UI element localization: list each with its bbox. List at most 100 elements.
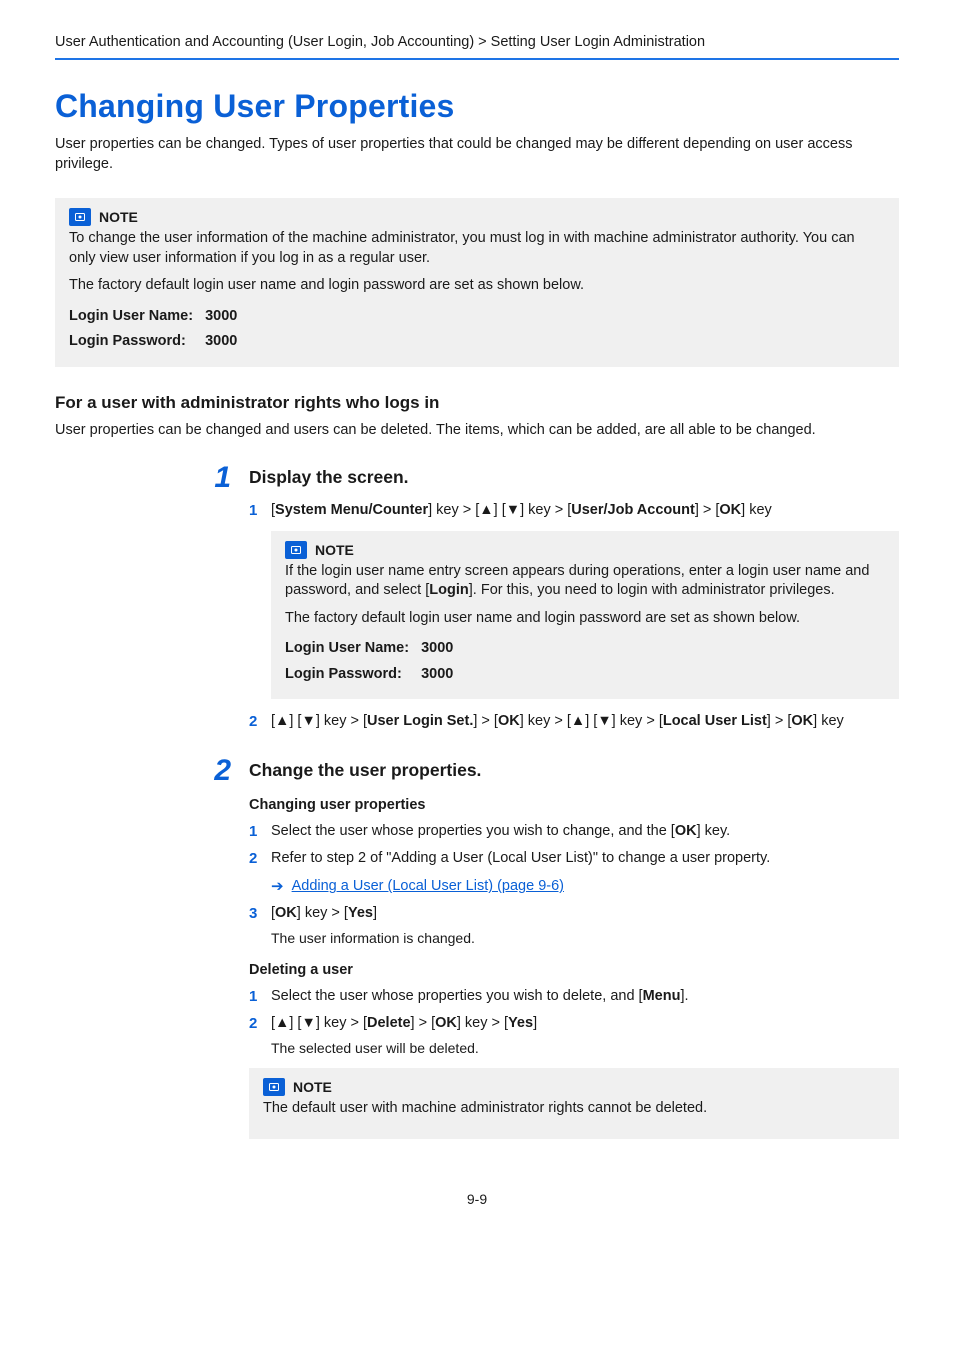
- step1-sub1-text: [System Menu/Counter] key > [▲] [▼] key …: [271, 500, 899, 521]
- g2-s2-num: 2: [249, 1013, 271, 1034]
- txt: OK: [435, 1015, 457, 1031]
- txt: OK: [719, 502, 741, 518]
- txt: Yes: [508, 1015, 533, 1031]
- login-user-label: Login User Name:: [285, 636, 421, 662]
- login-pass-label: Login Password:: [285, 662, 421, 688]
- arrow-right-icon: ➔: [271, 877, 284, 895]
- g1-s1: 1 Select the user whose properties you w…: [249, 821, 899, 842]
- txt: Select the user whose properties you wis…: [271, 988, 643, 1004]
- txt: ]: [533, 1015, 537, 1031]
- subheading-desc: User properties can be changed and users…: [55, 421, 899, 441]
- step1-sub2-text: [▲] [▼] key > [User Login Set.] > [OK] k…: [271, 711, 899, 732]
- subheading: For a user with administrator rights who…: [55, 393, 899, 413]
- txt: ] key > [▲] [▼] key > [: [520, 713, 663, 729]
- txt: ] > [: [411, 1015, 436, 1031]
- intro-text: User properties can be changed. Types of…: [55, 135, 899, 174]
- txt: ] > [: [695, 502, 720, 518]
- page-title: Changing User Properties: [55, 88, 899, 125]
- login-user-label: Login User Name:: [69, 304, 205, 330]
- txt: [▲] [▼] key > [: [271, 1015, 367, 1031]
- link-row: ➔ Adding a User (Local User List) (page …: [271, 877, 899, 895]
- step-2-body: Change the user properties. Changing use…: [249, 756, 899, 1151]
- step-1-title: Display the screen.: [249, 467, 899, 488]
- txt: ].: [680, 988, 688, 1004]
- link-adding-user[interactable]: Adding a User (Local User List) (page 9-…: [292, 878, 564, 894]
- note-title: NOTE: [293, 1079, 332, 1095]
- page-root: User Authentication and Accounting (User…: [0, 0, 954, 1247]
- txt: Delete: [367, 1015, 411, 1031]
- txt: Select the user whose properties you wis…: [271, 823, 675, 839]
- txt: ] key: [741, 502, 772, 518]
- txt: ] key: [813, 713, 844, 729]
- breadcrumb: User Authentication and Accounting (User…: [55, 34, 705, 50]
- txt: ] key > [: [457, 1015, 508, 1031]
- step-2: 2 Change the user properties. Changing u…: [185, 756, 899, 1151]
- txt: Menu: [643, 988, 681, 1004]
- step1-sub2-num: 2: [249, 711, 271, 732]
- note-title: NOTE: [315, 542, 354, 558]
- breadcrumb-row: User Authentication and Accounting (User…: [55, 34, 899, 60]
- txt: OK: [275, 905, 297, 921]
- step-1-number: 1: [185, 463, 249, 739]
- note-header: NOTE: [263, 1078, 885, 1096]
- txt: User/Job Account: [571, 502, 695, 518]
- note-title: NOTE: [99, 209, 138, 225]
- step1-sub2: 2 [▲] [▼] key > [User Login Set.] > [OK]…: [249, 711, 899, 732]
- credentials-table-inner: Login User Name: 3000 Login Password: 30…: [285, 636, 465, 687]
- step-1: 1 Display the screen. 1 [System Menu/Cou…: [185, 463, 899, 739]
- txt: ] > [: [767, 713, 792, 729]
- group2-title: Deleting a user: [249, 962, 899, 978]
- g1-s2-text: Refer to step 2 of "Adding a User (Local…: [271, 848, 899, 869]
- step-1-body: Display the screen. 1 [System Menu/Count…: [249, 463, 899, 739]
- g1-s3: 3 [OK] key > [Yes]: [249, 903, 899, 924]
- note-icon: [69, 208, 91, 226]
- g1-s3-num: 3: [249, 903, 271, 924]
- txt: ] key > [: [297, 905, 348, 921]
- step-2-title: Change the user properties.: [249, 760, 899, 781]
- txt: User Login Set.: [367, 713, 473, 729]
- txt: ] > [: [473, 713, 498, 729]
- g2-s2-text: [▲] [▼] key > [Delete] > [OK] key > [Yes…: [271, 1013, 899, 1034]
- g2-s1-num: 1: [249, 986, 271, 1007]
- txt: OK: [791, 713, 813, 729]
- txt: ] key > [▲] [▼] key > [: [428, 502, 571, 518]
- step-2-number: 2: [185, 756, 249, 1151]
- login-user-value: 3000: [205, 304, 249, 330]
- txt: OK: [675, 823, 697, 839]
- step1-sub1: 1 [System Menu/Counter] key > [▲] [▼] ke…: [249, 500, 899, 521]
- g2-s1: 1 Select the user whose properties you w…: [249, 986, 899, 1007]
- note1-line1: To change the user information of the ma…: [69, 229, 885, 268]
- note-box-inner: NOTE If the login user name entry screen…: [271, 531, 899, 700]
- inner-note-line1: If the login user name entry screen appe…: [285, 562, 885, 601]
- note-body: To change the user information of the ma…: [69, 229, 885, 355]
- credentials-table: Login User Name: 3000 Login Password: 30…: [69, 304, 249, 355]
- login-user-value: 3000: [421, 636, 465, 662]
- g2-s1-text: Select the user whose properties you wis…: [271, 986, 899, 1007]
- txt: Login: [429, 582, 468, 598]
- txt: [▲] [▼] key > [: [271, 713, 367, 729]
- inner-note-line2: The factory default login user name and …: [285, 609, 885, 629]
- page-number: 9-9: [55, 1191, 899, 1207]
- txt: System Menu/Counter: [275, 502, 428, 518]
- login-pass-value: 3000: [205, 329, 249, 355]
- g2-s2: 2 [▲] [▼] key > [Delete] > [OK] key > [Y…: [249, 1013, 899, 1034]
- g1-s2: 2 Refer to step 2 of "Adding a User (Loc…: [249, 848, 899, 869]
- g1-s3-text: [OK] key > [Yes]: [271, 903, 899, 924]
- note1-line2: The factory default login user name and …: [69, 276, 885, 296]
- txt: ]. For this, you need to login with admi…: [469, 582, 835, 598]
- note-header: NOTE: [285, 541, 885, 559]
- txt: OK: [498, 713, 520, 729]
- note-icon: [285, 541, 307, 559]
- note-icon: [263, 1078, 285, 1096]
- note3-body: The default user with machine administra…: [263, 1099, 885, 1119]
- txt: Local User List: [663, 713, 767, 729]
- group1-title: Changing user properties: [249, 797, 899, 813]
- txt: ] key.: [697, 823, 731, 839]
- txt: Yes: [348, 905, 373, 921]
- note-box-1: NOTE To change the user information of t…: [55, 198, 899, 367]
- login-pass-label: Login Password:: [69, 329, 205, 355]
- login-pass-value: 3000: [421, 662, 465, 688]
- g1-s1-text: Select the user whose properties you wis…: [271, 821, 899, 842]
- g1-s1-num: 1: [249, 821, 271, 842]
- step1-sub1-num: 1: [249, 500, 271, 521]
